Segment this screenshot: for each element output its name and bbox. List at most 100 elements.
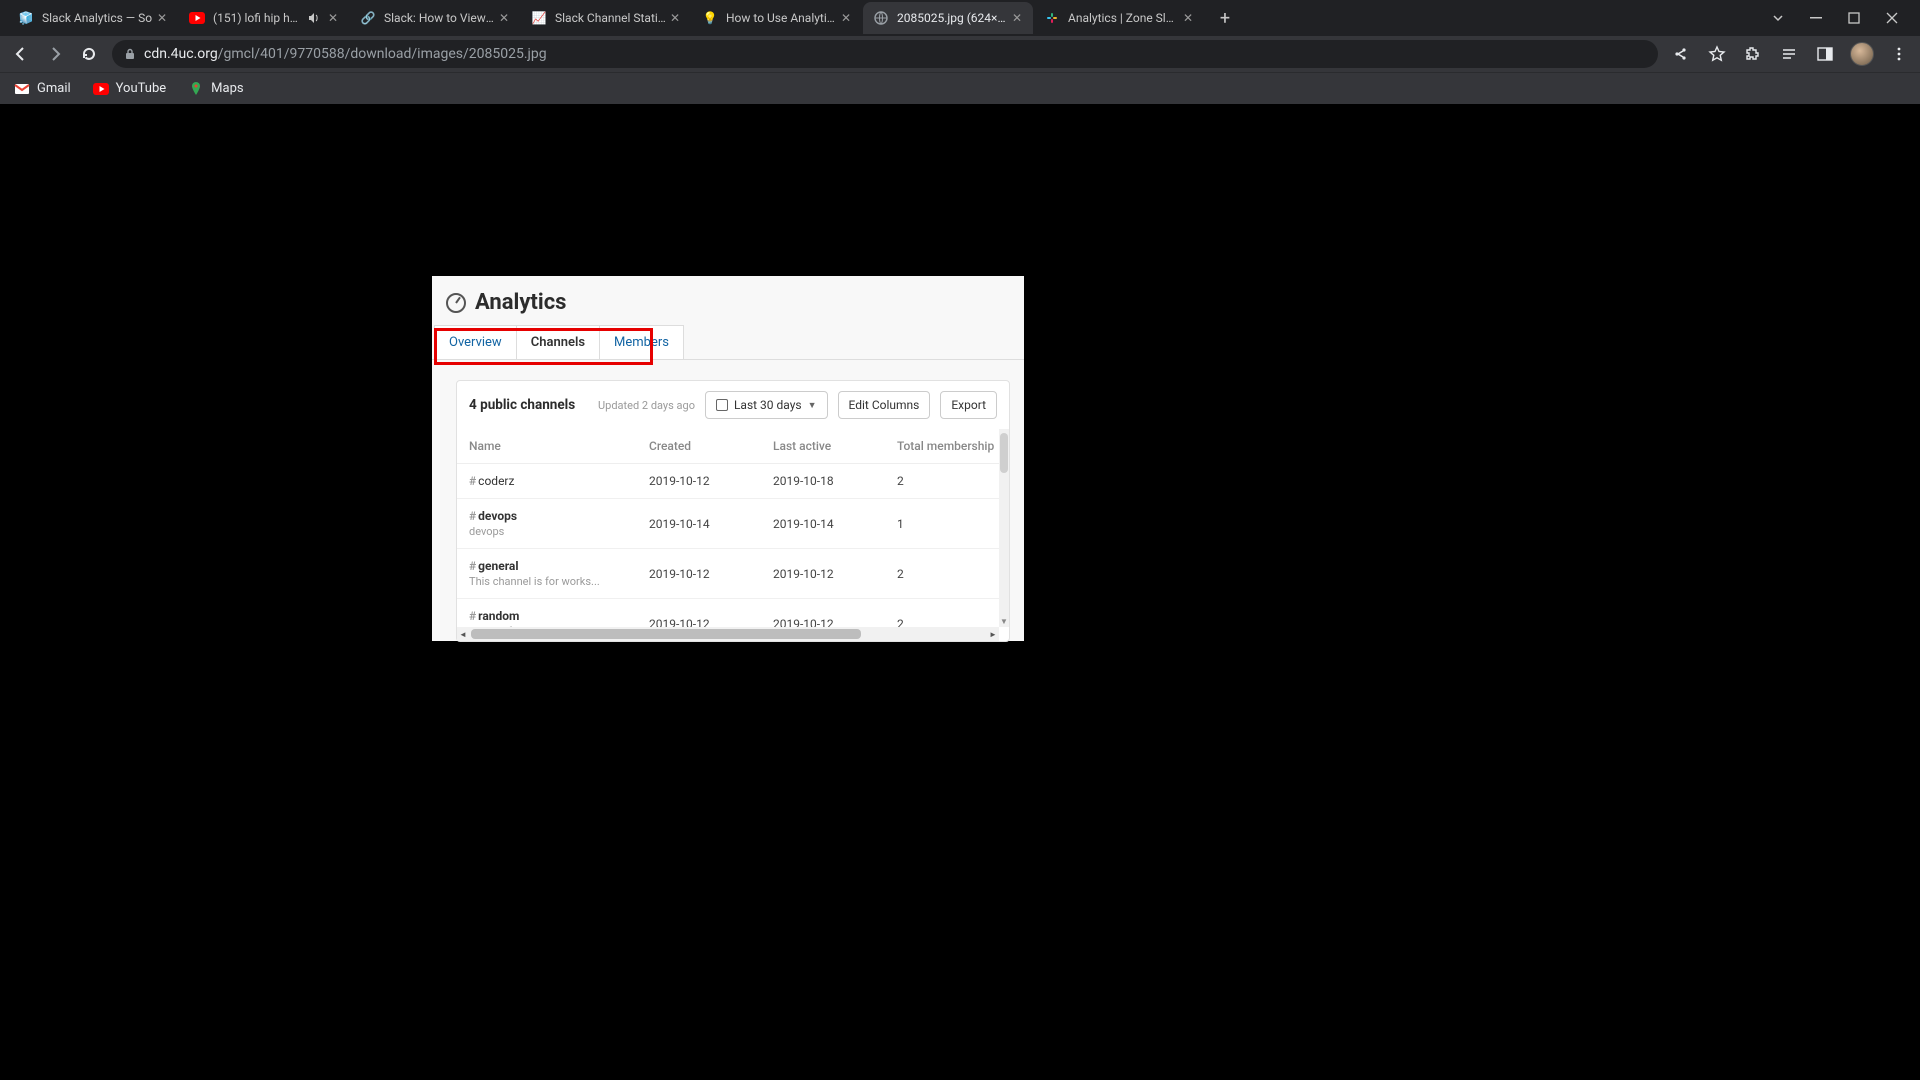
col-created[interactable]: Created: [637, 429, 761, 464]
scrollbar-thumb[interactable]: [1000, 433, 1008, 473]
tab-slack-analytics[interactable]: 🧊 Slack Analytics — So ✕: [8, 2, 178, 34]
tab-title: 2085025.jpg (624×38: [897, 11, 1009, 25]
chevron-down-icon: ▼: [808, 400, 817, 411]
tab-slack-howto[interactable]: 🔗 Slack: How to View Ch ✕: [350, 2, 520, 34]
toolbar-right: [1670, 42, 1910, 66]
channels-table: Name Created Last active Total membershi…: [457, 429, 1009, 648]
col-name[interactable]: Name: [457, 429, 637, 464]
tab-slack-channel-stats[interactable]: 📈 Slack Channel Statistic ✕: [521, 2, 691, 34]
table-header-row: Name Created Last active Total membershi…: [457, 429, 1009, 464]
favicon-generic-icon: 📈: [531, 10, 547, 26]
new-tab-button[interactable]: +: [1211, 4, 1239, 32]
date-range-dropdown[interactable]: Last 30 days ▼: [705, 391, 828, 419]
favicon-generic-icon: 🧊: [18, 10, 34, 26]
tab-title: Analytics | Zone Slack: [1068, 11, 1180, 25]
profile-avatar[interactable]: [1850, 42, 1874, 66]
close-icon[interactable]: ✕: [1009, 10, 1025, 26]
youtube-icon: [93, 81, 109, 97]
hash-icon: #: [469, 509, 476, 523]
channels-table-wrap: Name Created Last active Total membershi…: [457, 429, 1009, 641]
close-icon[interactable]: ✕: [667, 10, 683, 26]
cell-created: 2019-10-12: [637, 549, 761, 599]
cell-total: 1: [885, 499, 1009, 549]
reading-list-icon[interactable]: [1778, 43, 1800, 65]
address-bar[interactable]: cdn.4uc.org/gmcl/401/9770588/download/im…: [112, 40, 1658, 68]
channel-desc: This channel is for works...: [469, 575, 629, 588]
tab-analytics-zone-slack[interactable]: Analytics | Zone Slack ✕: [1034, 2, 1204, 34]
analytics-tabs: Overview Channels Members: [432, 325, 1024, 360]
channel-name: #devops: [469, 509, 637, 523]
analytics-header: Analytics: [432, 276, 1024, 325]
tab-youtube-lofi[interactable]: (151) lofi hip hop ✕: [179, 2, 349, 34]
table-row[interactable]: #coderz2019-10-122019-10-182: [457, 464, 1009, 499]
lock-icon: [124, 48, 136, 60]
channel-count-label: 4 public channels: [469, 397, 575, 413]
tab-members[interactable]: Members: [599, 325, 684, 359]
back-button[interactable]: [10, 43, 32, 65]
address-bar-row: cdn.4uc.org/gmcl/401/9770588/download/im…: [0, 36, 1920, 72]
scroll-down-icon[interactable]: ▼: [999, 615, 1009, 627]
scrollbar-thumb[interactable]: [471, 629, 861, 639]
close-icon[interactable]: ✕: [1180, 10, 1196, 26]
horizontal-scrollbar[interactable]: ◄ ►: [457, 627, 999, 641]
tab-channels[interactable]: Channels: [516, 325, 600, 359]
bookmark-gmail[interactable]: Gmail: [14, 81, 71, 97]
table-row[interactable]: #general This channel is for works... 2019…: [457, 549, 1009, 599]
gauge-icon: [446, 293, 466, 313]
browser-chrome: 🧊 Slack Analytics — So ✕ (151) lofi hip …: [0, 0, 1920, 104]
extensions-icon[interactable]: [1742, 43, 1764, 65]
cell-created: 2019-10-12: [637, 464, 761, 499]
side-panel-icon[interactable]: [1814, 43, 1836, 65]
channel-name: #general: [469, 559, 637, 573]
url-text: cdn.4uc.org/gmcl/401/9770588/download/im…: [144, 46, 547, 62]
close-icon[interactable]: ✕: [496, 10, 512, 26]
vertical-scrollbar[interactable]: ▲ ▼: [999, 429, 1009, 627]
col-last-active[interactable]: Last active: [761, 429, 885, 464]
gmail-icon: [14, 81, 30, 97]
tab-how-to-use-analytics[interactable]: 💡 How to Use Analytics ✕: [692, 2, 862, 34]
favicon-generic-icon: 🔗: [360, 10, 376, 26]
analytics-screenshot: Analytics Overview Channels Members 4 pu…: [432, 276, 1024, 641]
scroll-left-icon[interactable]: ◄: [457, 627, 469, 641]
close-icon[interactable]: ✕: [838, 10, 854, 26]
maximize-icon[interactable]: [1846, 10, 1862, 26]
forward-button[interactable]: [44, 43, 66, 65]
scroll-right-icon[interactable]: ►: [987, 627, 999, 641]
share-icon[interactable]: [1670, 43, 1692, 65]
hash-icon: #: [469, 474, 476, 488]
cell-last-active: 2019-10-12: [761, 549, 885, 599]
tab-title: Slack Channel Statistic: [555, 11, 667, 25]
hash-icon: #: [469, 559, 476, 573]
channel-name: #random: [469, 609, 637, 623]
bookmark-youtube[interactable]: YouTube: [93, 81, 167, 97]
bookmark-star-icon[interactable]: [1706, 43, 1728, 65]
bookmark-label: Gmail: [37, 81, 71, 96]
cell-last-active: 2019-10-18: [761, 464, 885, 499]
date-range-label: Last 30 days: [734, 398, 802, 412]
kebab-menu-icon[interactable]: [1888, 43, 1910, 65]
page-title: Analytics: [475, 290, 566, 315]
close-icon[interactable]: ✕: [325, 10, 341, 26]
reload-button[interactable]: [78, 43, 100, 65]
tab-strip: 🧊 Slack Analytics — So ✕ (151) lofi hip …: [0, 0, 1920, 36]
tab-image-file[interactable]: 2085025.jpg (624×38 ✕: [863, 2, 1033, 34]
calendar-icon: [716, 399, 728, 411]
close-window-icon[interactable]: [1884, 10, 1900, 26]
edit-columns-button[interactable]: Edit Columns: [838, 391, 931, 419]
col-total[interactable]: Total membership: [885, 429, 1009, 464]
cell-total: 2: [885, 464, 1009, 499]
tab-title: Slack: How to View Ch: [384, 11, 496, 25]
channels-panel: 4 public channels Updated 2 days ago Las…: [456, 380, 1010, 642]
tab-overview[interactable]: Overview: [434, 325, 517, 359]
close-icon[interactable]: ✕: [154, 10, 170, 26]
table-row[interactable]: #devopsdevops2019-10-142019-10-141: [457, 499, 1009, 549]
minimize-icon[interactable]: [1808, 10, 1824, 26]
slack-icon: [1044, 10, 1060, 26]
window-controls: [1770, 10, 1912, 26]
bookmark-maps[interactable]: Maps: [188, 81, 243, 97]
channel-name: #coderz: [469, 474, 637, 488]
export-button[interactable]: Export: [940, 391, 997, 419]
audio-playing-icon[interactable]: [307, 11, 321, 25]
tab-search-icon[interactable]: [1770, 10, 1786, 26]
cell-last-active: 2019-10-14: [761, 499, 885, 549]
